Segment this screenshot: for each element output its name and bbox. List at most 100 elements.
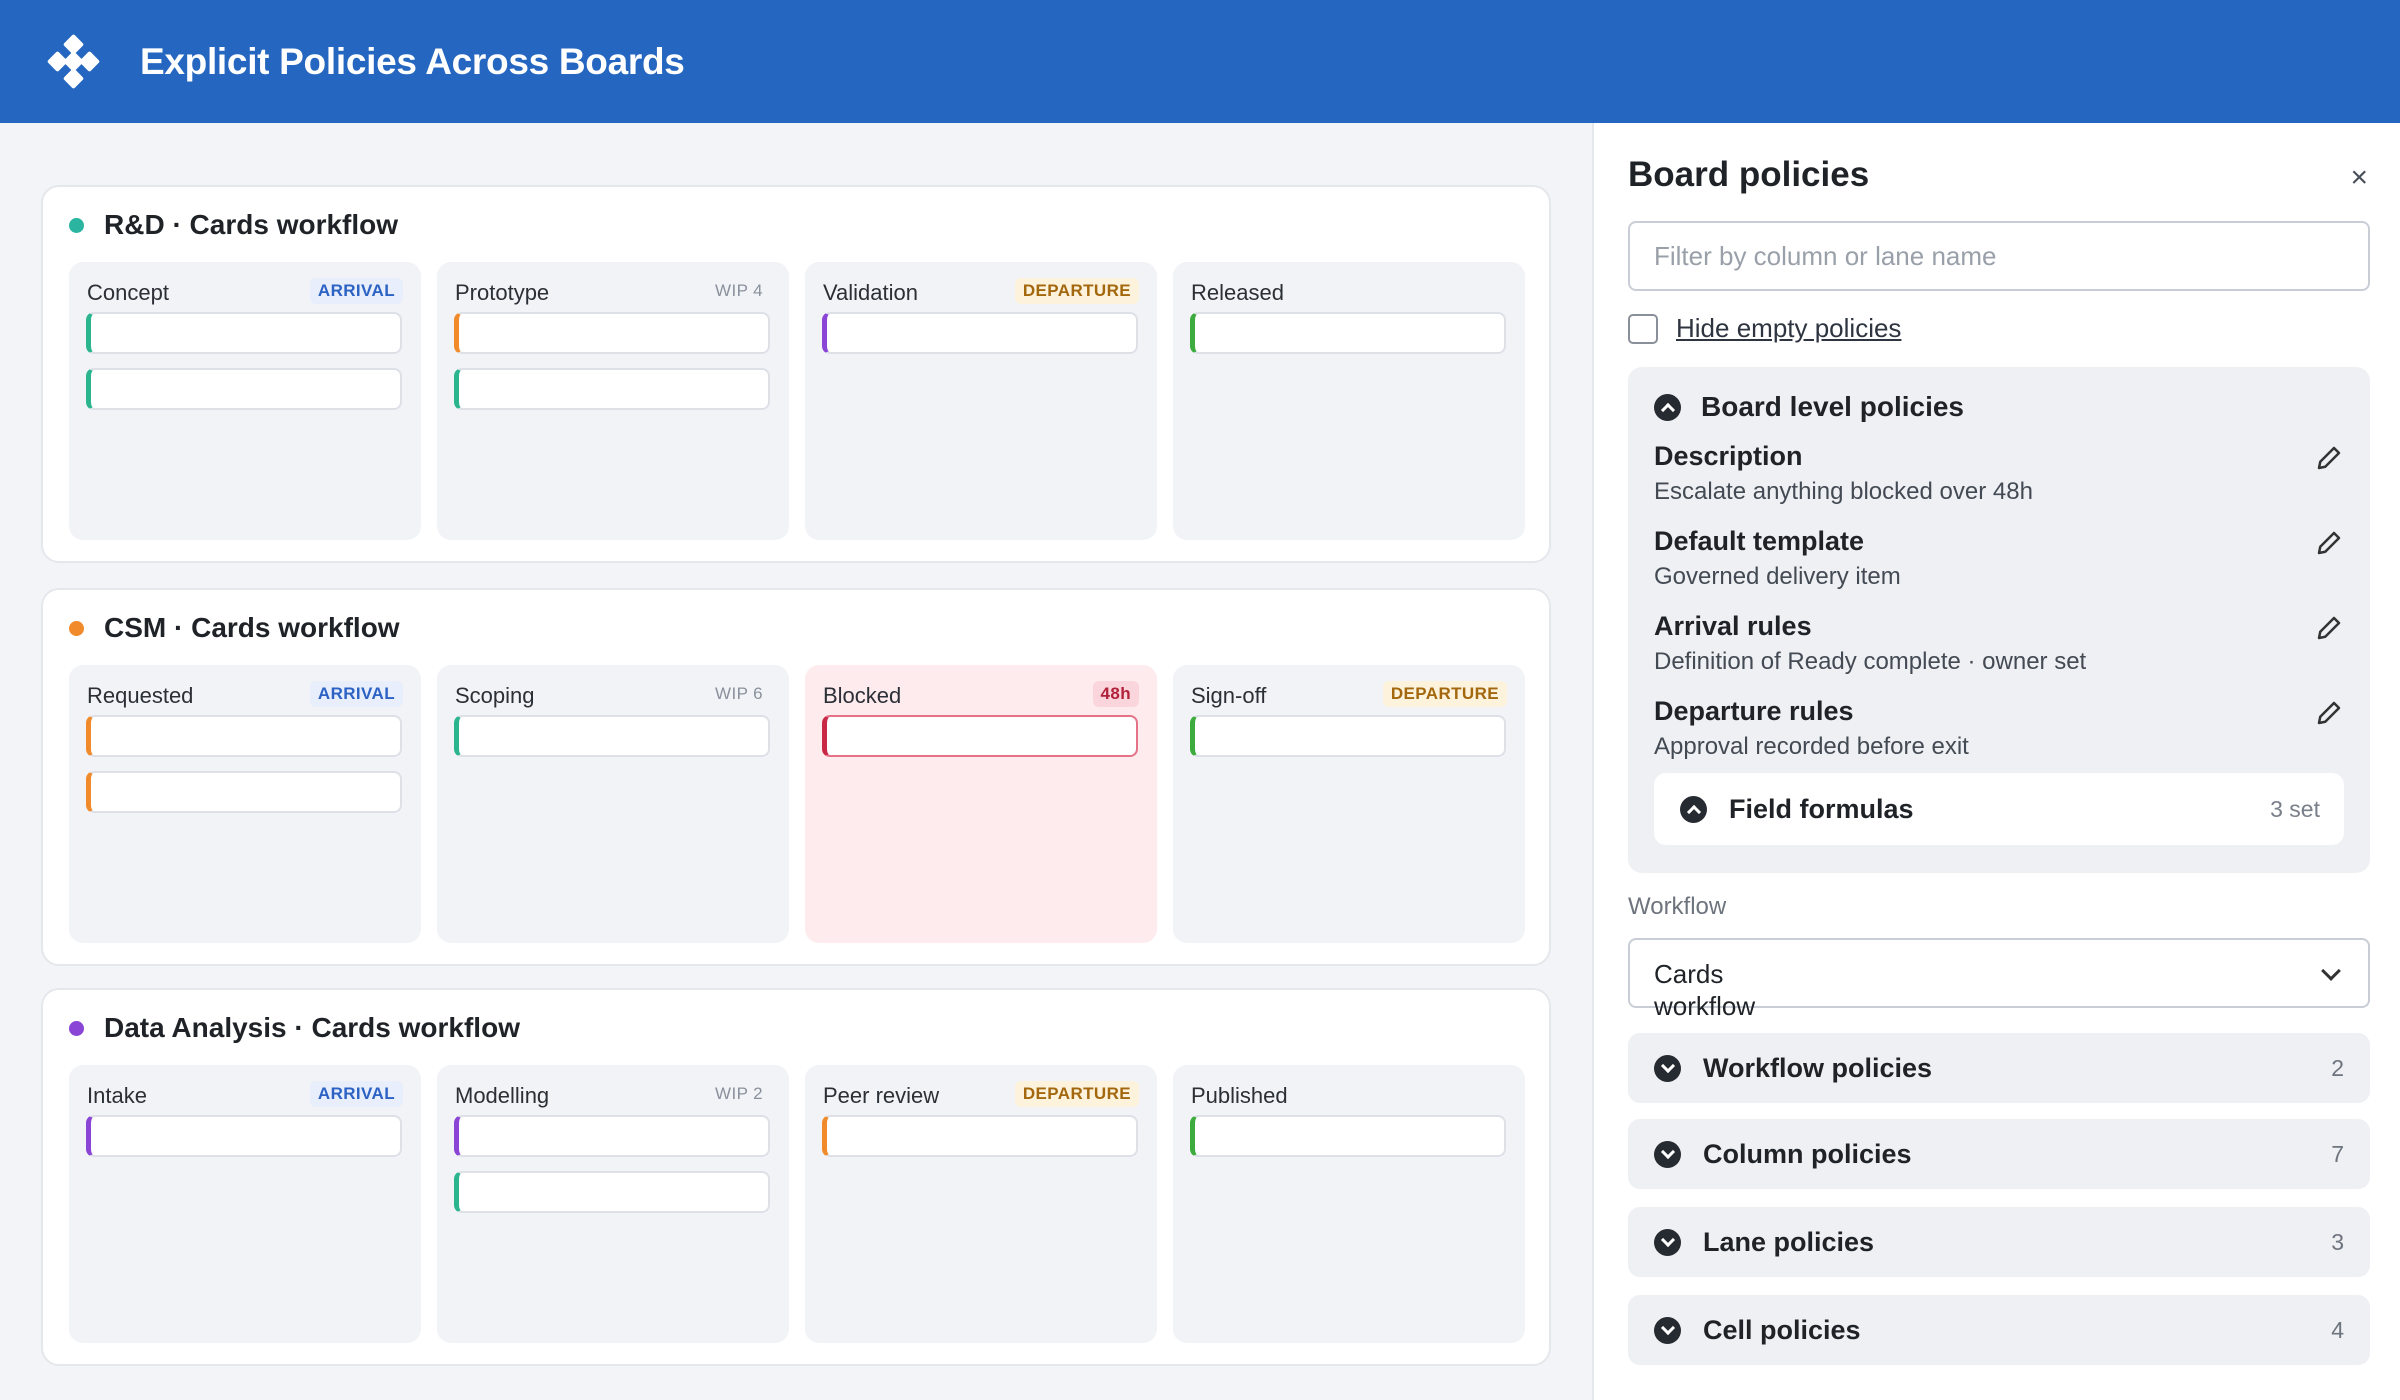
column-name: Scoping	[455, 683, 535, 708]
chevron-up-icon[interactable]	[1680, 795, 1707, 823]
policy-value: Approval recorded before exit	[1654, 733, 1969, 760]
card[interactable]	[1190, 312, 1506, 354]
close-icon[interactable]: ×	[2350, 163, 2368, 193]
lane-policies-section[interactable]: Lane policies 3	[1628, 1207, 2370, 1277]
column-name: Blocked	[823, 683, 902, 708]
chevron-down-icon[interactable]	[1654, 1316, 1681, 1344]
chevron-down-icon[interactable]	[1654, 1140, 1681, 1168]
hide-empty-row[interactable]: Hide empty policies	[1628, 313, 1901, 344]
cell-policies-section[interactable]: Cell policies 4	[1628, 1295, 2370, 1365]
column-name: Published	[1191, 1083, 1288, 1108]
column-name: Validation	[823, 280, 918, 305]
card[interactable]	[454, 368, 770, 410]
policy-title: Departure rules	[1654, 696, 1854, 726]
pencil-icon[interactable]	[2314, 613, 2344, 643]
workflow-select[interactable]: Cards workflow	[1628, 938, 2370, 1021]
policy-departure-rules: Departure rules Approval recorded before…	[1654, 696, 2344, 761]
column-name: Modelling	[455, 1083, 550, 1108]
section-title: Lane policies	[1703, 1226, 1875, 1257]
policy-title: Arrival rules	[1654, 611, 1812, 641]
column-name: Prototype	[455, 280, 550, 305]
panel-title: Board policies	[1628, 155, 1870, 194]
hide-empty-label[interactable]: Hide empty policies	[1676, 313, 1901, 344]
chevron-up-icon[interactable]	[1654, 393, 1681, 421]
column-intake[interactable]: Intake ARRIVAL	[69, 1065, 421, 1343]
card[interactable]	[822, 1115, 1138, 1157]
workflow-policies-section[interactable]: Workflow policies 2	[1628, 1033, 2370, 1103]
card[interactable]	[86, 771, 402, 813]
column-blocked[interactable]: Blocked 48h	[805, 665, 1157, 943]
section-count: 4	[2331, 1316, 2344, 1343]
card[interactable]	[822, 312, 1138, 354]
column-scoping[interactable]: Scoping WIP 6	[437, 665, 789, 943]
chevron-down-icon	[2321, 961, 2341, 981]
column-peer-review[interactable]: Peer review DEPARTURE	[805, 1065, 1157, 1343]
column-policies-section[interactable]: Column policies 7	[1628, 1119, 2370, 1189]
column-released[interactable]: Released	[1173, 262, 1525, 540]
blocked-card[interactable]	[822, 715, 1138, 757]
filter-input[interactable]	[1628, 221, 2370, 291]
board-csm: CSM · Cards workflow Requested ARRIVAL S…	[41, 588, 1551, 966]
board-title[interactable]: CSM · Cards workflow	[104, 612, 400, 644]
board-rnd: R&D · Cards workflow Concept ARRIVAL Pro…	[41, 185, 1551, 563]
column-validation[interactable]: Validation DEPARTURE	[805, 262, 1157, 540]
board-policies-panel: Board policies × Hide empty policies Boa…	[1592, 123, 2400, 1400]
pencil-icon[interactable]	[2314, 443, 2344, 473]
card[interactable]	[86, 1115, 402, 1157]
section-count: 3	[2331, 1228, 2344, 1255]
wip-badge: WIP 6	[715, 684, 763, 703]
pencil-icon[interactable]	[2314, 528, 2344, 558]
card[interactable]	[1190, 1115, 1506, 1157]
policy-value: Definition of Ready complete · owner set	[1654, 648, 2087, 675]
column-name: Peer review	[823, 1083, 940, 1108]
time-badge: 48h	[1092, 681, 1139, 707]
logo-icon	[46, 33, 101, 89]
policy-value: Governed delivery item	[1654, 563, 1901, 590]
chevron-down-icon[interactable]	[1654, 1228, 1681, 1256]
card[interactable]	[86, 715, 402, 757]
policy-description: Description Escalate anything blocked ov…	[1654, 441, 2344, 506]
policy-value: Escalate anything blocked over 48h	[1654, 478, 2033, 505]
wip-badge: WIP 4	[715, 281, 763, 300]
column-sign-off[interactable]: Sign-off DEPARTURE	[1173, 665, 1525, 943]
arrival-badge: ARRIVAL	[309, 278, 403, 304]
column-published[interactable]: Published	[1173, 1065, 1525, 1343]
board-color-dot	[69, 1020, 84, 1036]
arrival-badge: ARRIVAL	[309, 1081, 403, 1107]
column-modelling[interactable]: Modelling WIP 2	[437, 1065, 789, 1343]
card[interactable]	[1190, 715, 1506, 757]
column-name: Intake	[87, 1083, 147, 1108]
departure-badge: DEPARTURE	[1014, 278, 1139, 304]
pencil-icon[interactable]	[2314, 698, 2344, 728]
section-title: Cell policies	[1703, 1314, 1861, 1345]
workflow-label: Workflow	[1628, 893, 1727, 920]
column-prototype[interactable]: Prototype WIP 4	[437, 262, 789, 540]
board-level-header[interactable]: Board level policies	[1654, 391, 1964, 423]
hide-empty-checkbox[interactable]	[1628, 313, 1658, 344]
app-title: Explicit Policies Across Boards	[140, 40, 685, 82]
departure-badge: DEPARTURE	[1014, 1081, 1139, 1107]
column-requested[interactable]: Requested ARRIVAL	[69, 665, 421, 943]
column-concept[interactable]: Concept ARRIVAL	[69, 262, 421, 540]
card[interactable]	[86, 312, 402, 354]
policy-title: Description	[1654, 441, 1803, 471]
boards-area: R&D · Cards workflow Concept ARRIVAL Pro…	[0, 123, 1592, 1400]
board-data-analysis: Data Analysis · Cards workflow Intake AR…	[41, 988, 1551, 1366]
section-count: 2	[2331, 1054, 2344, 1081]
chevron-down-icon[interactable]	[1654, 1054, 1681, 1082]
board-header: CSM · Cards workflow	[69, 612, 400, 644]
group-title: Board level policies	[1701, 391, 1964, 422]
card[interactable]	[454, 1171, 770, 1213]
card[interactable]	[454, 312, 770, 354]
departure-badge: DEPARTURE	[1382, 681, 1507, 707]
field-formulas-section[interactable]: Field formulas 3 set	[1654, 773, 2344, 845]
arrival-badge: ARRIVAL	[309, 681, 403, 707]
board-title[interactable]: R&D · Cards workflow	[104, 209, 398, 241]
card[interactable]	[86, 368, 402, 410]
board-header: Data Analysis · Cards workflow	[69, 1012, 520, 1044]
card[interactable]	[454, 715, 770, 757]
formulas-count: 3 set	[2270, 795, 2320, 822]
board-title[interactable]: Data Analysis · Cards workflow	[104, 1012, 520, 1044]
card[interactable]	[454, 1115, 770, 1157]
board-color-dot	[69, 217, 84, 233]
